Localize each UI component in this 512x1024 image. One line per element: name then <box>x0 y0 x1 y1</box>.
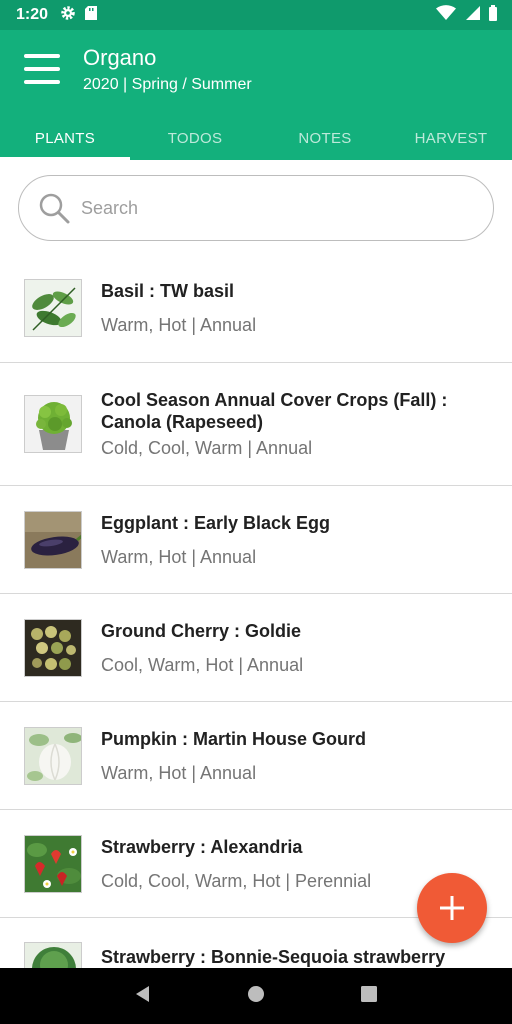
plant-meta: Cool, Warm, Hot | Annual <box>101 654 304 675</box>
plus-icon <box>440 896 464 920</box>
home-icon[interactable] <box>246 984 266 1009</box>
wifi-icon <box>436 4 456 26</box>
plant-meta: Warm, Hot | Annual <box>101 546 257 567</box>
tab-notes[interactable]: NOTES <box>260 116 390 160</box>
search-input[interactable] <box>81 197 461 219</box>
plant-name: Cool Season Annual Cover Crops (Fall) : … <box>101 390 448 432</box>
menu-icon[interactable] <box>22 52 62 86</box>
search-bar[interactable] <box>18 175 494 241</box>
plant-name: Strawberry : Bonnie-Sequoia strawberry <box>101 947 446 967</box>
plant-meta: Warm, Hot | Annual <box>101 315 257 335</box>
battery-icon <box>488 4 498 26</box>
signal-icon <box>464 5 480 26</box>
eggplant-thumbnail <box>24 510 82 569</box>
status-time: 1:20 <box>16 6 49 23</box>
ground-cherry-thumbnail <box>24 618 82 677</box>
sd-card-icon <box>84 5 98 26</box>
plant-meta: Cold, Cool, Warm | Annual <box>101 438 313 458</box>
plant-name: Strawberry : Alexandria <box>101 836 303 857</box>
plant-name: Pumpkin : Martin House Gourd <box>101 728 367 749</box>
season-subtitle[interactable]: 2020 | Spring / Summer <box>83 76 252 94</box>
strawberry-thumbnail <box>24 834 82 893</box>
back-icon[interactable] <box>133 984 153 1009</box>
search-icon <box>39 193 70 224</box>
plant-name: Basil : TW basil <box>101 281 235 301</box>
add-plant-button[interactable] <box>417 873 487 943</box>
plant-meta: Warm, Hot | Annual <box>101 762 257 783</box>
strawberry-plant-thumbnail <box>24 942 82 968</box>
plant-name: Eggplant : Early Black Egg <box>101 512 331 533</box>
plant-meta: Cold, Cool, Warm, Hot | Perennial <box>101 870 372 891</box>
gourd-thumbnail <box>24 726 82 785</box>
canola-thumbnail <box>24 395 82 453</box>
tab-plants[interactable]: PLANTS <box>0 116 130 160</box>
system-nav-bar <box>0 968 512 1024</box>
list-item[interactable]: Ground Cherry : Goldie Cool, Warm, Hot |… <box>0 594 512 702</box>
list-item[interactable]: Basil : TW basil Warm, Hot | Annual <box>0 254 512 363</box>
tab-bar: PLANTS TODOS NOTES HARVEST <box>0 116 512 160</box>
status-bar: 1:20 <box>0 0 512 30</box>
recents-icon[interactable] <box>359 984 379 1009</box>
plant-name: Ground Cherry : Goldie <box>101 620 302 641</box>
basil-thumbnail <box>24 279 82 337</box>
tab-todos[interactable]: TODOS <box>130 116 260 160</box>
tab-harvest[interactable]: HARVEST <box>390 116 512 160</box>
app-title: Organo <box>83 45 157 70</box>
app-bar: Organo 2020 | Spring / Summer PLANTS TOD… <box>0 30 512 160</box>
plant-list: Basil : TW basil Warm, Hot | Annual Cool… <box>0 254 512 968</box>
list-item[interactable]: Pumpkin : Martin House Gourd Warm, Hot |… <box>0 702 512 810</box>
gear-icon <box>60 5 76 26</box>
list-item[interactable]: Cool Season Annual Cover Crops (Fall) : … <box>0 363 512 486</box>
list-item[interactable]: Eggplant : Early Black Egg Warm, Hot | A… <box>0 486 512 594</box>
